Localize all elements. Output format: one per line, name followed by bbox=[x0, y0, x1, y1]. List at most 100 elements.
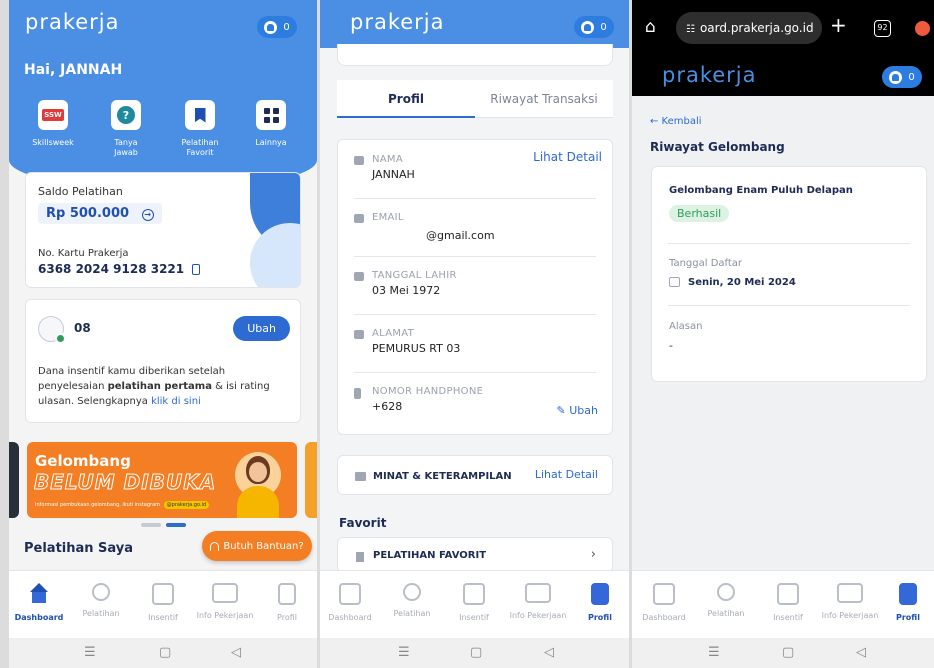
nav-pelatihan[interactable]: Pelatihan bbox=[71, 579, 131, 618]
prakerja-logo: prakerja bbox=[25, 10, 120, 34]
bottom-nav: Dashboard Pelatihan Insentif Info Pekerj… bbox=[9, 570, 317, 638]
pelatihan-favorit-row[interactable]: PELATIHAN FAVORIT › bbox=[337, 537, 613, 573]
quick-skillsweek[interactable]: SSW Skillsweek bbox=[24, 100, 82, 147]
nav-dashboard[interactable]: Dashboard bbox=[9, 579, 69, 622]
badge-icon bbox=[403, 583, 421, 601]
copy-icon[interactable] bbox=[192, 264, 201, 275]
profile-summary-card-bottom bbox=[337, 44, 613, 66]
ubah-button[interactable]: Ubah bbox=[233, 316, 290, 341]
saldo-label: Saldo Pelatihan bbox=[38, 185, 123, 198]
tab-profil[interactable]: Profil bbox=[337, 80, 475, 118]
nav-dashboard[interactable]: Dashboard bbox=[634, 579, 694, 622]
system-nav-bar: ☰ ▢ ◁ bbox=[632, 638, 934, 668]
home-button-icon[interactable]: ▢ bbox=[470, 645, 482, 660]
chevron-right-icon: › bbox=[590, 547, 596, 562]
quick-lainnya[interactable]: Lainnya bbox=[242, 100, 300, 147]
nav-profil[interactable]: Profil bbox=[882, 579, 934, 622]
notification-button[interactable]: 0 bbox=[882, 66, 922, 88]
klik-di-sini-link[interactable]: klik di sini bbox=[151, 396, 201, 407]
tanggal-daftar-row: Senin, 20 Mei 2024 bbox=[669, 277, 796, 288]
quick-tanya-jawab[interactable]: ? Tanya Jawab bbox=[97, 100, 155, 158]
minat-label: MINAT & KETERAMPILAN bbox=[373, 471, 512, 482]
tanggal-daftar-label: Tanggal Daftar bbox=[669, 258, 743, 269]
home-button-icon[interactable]: ▢ bbox=[159, 645, 171, 660]
url-bar[interactable]: ☷ oard.prakerja.go.id bbox=[676, 12, 822, 44]
pelatihan-saya-title: Pelatihan Saya bbox=[24, 541, 134, 556]
nav-info-pekerjaan[interactable]: Info Pekerjaan bbox=[506, 579, 570, 620]
greeting: Hai, JANNAH bbox=[24, 62, 123, 78]
saldo-value: Rp 500.000 bbox=[46, 206, 130, 221]
house-icon bbox=[354, 330, 364, 339]
back-icon[interactable]: ◁ bbox=[856, 645, 866, 660]
home-button-icon[interactable]: ▢ bbox=[782, 645, 794, 660]
menu-icon[interactable]: ☰ bbox=[398, 645, 410, 660]
insentif-card: 08 Ubah Dana insentif kamu diberikan set… bbox=[25, 299, 301, 423]
tab-riwayat-transaksi[interactable]: Riwayat Transaksi bbox=[475, 80, 613, 118]
banner-person-image bbox=[229, 448, 287, 518]
notification-button[interactable]: 0 bbox=[257, 16, 297, 38]
minat-keterampilan-card[interactable]: MINAT & KETERAMPILAN Lihat Detail bbox=[337, 455, 613, 495]
divider bbox=[668, 243, 910, 244]
banner-peek-left bbox=[9, 442, 19, 518]
field-tanggal-lahir: TANGGAL LAHIR 03 Mei 1972 bbox=[354, 270, 596, 297]
user-verified-icon bbox=[38, 316, 66, 344]
nav-info-pekerjaan[interactable]: Info Pekerjaan bbox=[818, 579, 882, 620]
profile-icon bbox=[899, 583, 917, 605]
badge-icon bbox=[717, 583, 735, 601]
divider bbox=[354, 256, 596, 257]
new-tab-icon[interactable]: + bbox=[830, 13, 847, 37]
kartu-number-row: 6368 2024 9128 3221 bbox=[38, 262, 201, 276]
profile-icon bbox=[278, 583, 296, 605]
headset-icon bbox=[210, 541, 220, 551]
calendar-icon bbox=[669, 277, 680, 287]
insentif-text: Dana insentif kamu diberikan setelah pen… bbox=[38, 366, 270, 407]
question-icon: ? bbox=[111, 100, 141, 130]
minat-lihat-detail-link[interactable]: Lihat Detail bbox=[535, 468, 598, 481]
nav-pelatihan[interactable]: Pelatihan bbox=[696, 579, 756, 618]
quick-pelatihan-favorit[interactable]: Pelatihan Favorit bbox=[170, 100, 230, 158]
nav-profil[interactable]: Profil bbox=[570, 579, 629, 622]
tab-switcher-button[interactable]: 92 bbox=[874, 20, 891, 37]
back-link[interactable]: ← Kembali bbox=[650, 116, 702, 127]
banner-headline: BELUM DIBUKA bbox=[33, 470, 217, 495]
divider bbox=[354, 372, 596, 373]
nav-info-pekerjaan[interactable]: Info Pekerjaan bbox=[193, 579, 257, 620]
page-title: Riwayat Gelombang bbox=[650, 140, 785, 154]
menu-dot-icon[interactable] bbox=[915, 21, 930, 36]
site-settings-icon[interactable]: ☷ bbox=[686, 24, 695, 35]
briefcase-icon bbox=[837, 583, 863, 603]
back-icon[interactable]: ◁ bbox=[231, 645, 241, 660]
notification-button[interactable]: 0 bbox=[574, 16, 614, 38]
nav-profil[interactable]: Profil bbox=[257, 579, 317, 622]
menu-icon[interactable]: ☰ bbox=[84, 645, 96, 660]
profil-screen: prakerja 0 Profil Riwayat Transaksi Liha… bbox=[320, 0, 629, 668]
bottom-nav: Dashboard Pelatihan Insentif Info Pekerj… bbox=[632, 570, 934, 638]
status-badge: Berhasil bbox=[669, 205, 730, 222]
banner-title: Gelombang bbox=[35, 452, 131, 470]
banner-peek-right bbox=[305, 442, 317, 518]
briefcase-icon bbox=[525, 583, 551, 603]
divider bbox=[354, 198, 596, 199]
nav-insentif[interactable]: Insentif bbox=[758, 579, 818, 622]
menu-icon[interactable]: ☰ bbox=[708, 645, 720, 660]
nav-pelatihan[interactable]: Pelatihan bbox=[382, 579, 442, 618]
alasan-label: Alasan bbox=[669, 321, 703, 332]
nav-dashboard[interactable]: Dashboard bbox=[320, 579, 380, 622]
ubah-phone-button[interactable]: ✎ Ubah bbox=[557, 404, 598, 417]
wallet-icon bbox=[463, 583, 485, 605]
nav-insentif[interactable]: Insentif bbox=[133, 579, 193, 622]
gelombang-banner[interactable]: Gelombang BELUM DIBUKA Informasi pembuka… bbox=[27, 442, 297, 518]
skillsweek-icon: SSW bbox=[38, 100, 68, 130]
bookmark-icon bbox=[356, 552, 364, 562]
prakerja-logo: prakerja bbox=[350, 10, 445, 34]
divider bbox=[668, 305, 910, 306]
bell-icon bbox=[889, 70, 903, 84]
saldo-value-chip[interactable]: Rp 500.000 → bbox=[38, 203, 162, 224]
back-icon[interactable]: ◁ bbox=[544, 645, 554, 660]
card-decoration-light bbox=[250, 223, 300, 287]
home-browser-icon[interactable]: ⌂ bbox=[645, 17, 656, 37]
nav-insentif[interactable]: Insentif bbox=[444, 579, 504, 622]
grid-icon bbox=[256, 100, 286, 130]
help-button[interactable]: Butuh Bantuan? bbox=[202, 531, 312, 561]
gelombang-card: Gelombang Enam Puluh Delapan Berhasil Ta… bbox=[651, 166, 927, 382]
